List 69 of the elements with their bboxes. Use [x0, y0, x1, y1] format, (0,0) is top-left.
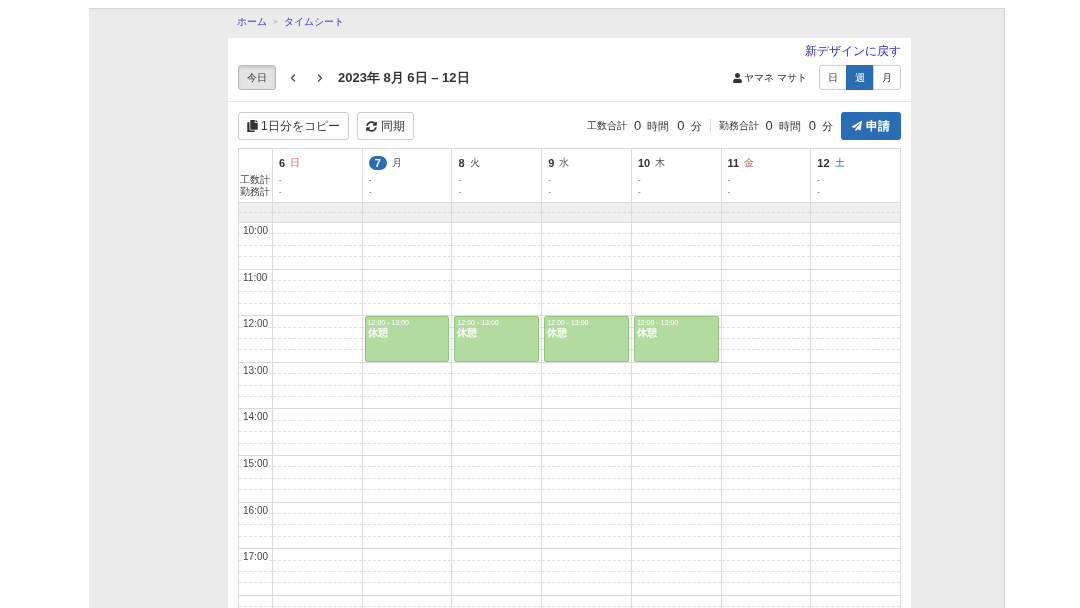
sync-icon: [365, 120, 377, 132]
summary-value: -: [727, 186, 731, 198]
summary-label: 勤務計: [239, 186, 270, 198]
total-minutes-value: 0: [677, 117, 685, 136]
weekday-label: 木: [655, 156, 666, 170]
summary-value: -: [637, 186, 641, 198]
day-number: 12: [817, 156, 830, 170]
user-icon: [733, 72, 743, 83]
hours-unit: 時間: [778, 118, 801, 134]
view-toggle-button[interactable]: 日: [819, 65, 847, 90]
day-number: 6: [279, 156, 286, 170]
summary-value: -: [637, 174, 641, 186]
paper-plane-icon: [852, 121, 862, 131]
summary-value: -: [458, 174, 462, 186]
hour-label: 11:00: [243, 270, 268, 284]
summary-value: -: [279, 186, 282, 198]
switch-design-link[interactable]: 新デザインに戻す: [805, 43, 901, 59]
day-number: 9: [548, 156, 555, 170]
weekday-label: 火: [469, 156, 480, 170]
total-label: 勤務合計: [718, 119, 759, 133]
weekday-label: 金: [744, 156, 755, 170]
summary-value: -: [279, 174, 282, 186]
hour-label: 16:00: [243, 503, 269, 517]
user-name: ヤマネ マサト: [744, 71, 807, 85]
day-number: 7: [368, 156, 387, 170]
hour-label: 13:00: [243, 363, 269, 377]
minutes-unit: 分: [690, 118, 702, 134]
minutes-unit: 分: [822, 118, 833, 134]
hour-label: 10:00: [243, 224, 269, 237]
weekday-label: 日: [290, 156, 301, 170]
summary-value: -: [548, 174, 551, 186]
breadcrumb-link[interactable]: ホーム: [237, 15, 267, 29]
event-title: 休憩: [367, 327, 388, 340]
total-minutes-value: 0: [808, 117, 816, 136]
summary-value: -: [458, 186, 462, 198]
event-title: 休憩: [547, 327, 568, 340]
hour-label: 17:00: [243, 550, 269, 564]
breadcrumb-link[interactable]: タイムシート: [283, 15, 344, 29]
sync-button[interactable]: 同期: [356, 112, 414, 140]
summary-value: -: [368, 174, 372, 186]
breadcrumb-separator: >: [273, 16, 278, 28]
copy-icon: [247, 120, 258, 132]
hour-label: 14:00: [243, 410, 269, 424]
event-title: 休憩: [636, 327, 657, 340]
weekday-label: 土: [834, 156, 845, 170]
hours-unit: 時間: [647, 118, 670, 134]
weekday-label: 月: [391, 156, 402, 170]
summary-value: -: [727, 174, 731, 186]
submit-button[interactable]: 申請: [841, 112, 901, 140]
copy-day-button[interactable]: 1日分をコピー: [238, 112, 349, 140]
total-label: 工数合計: [587, 119, 628, 133]
weekday-label: 水: [559, 156, 570, 170]
summary-label: 工数計: [239, 174, 270, 186]
day-number: 8: [458, 156, 465, 170]
event-title: 休憩: [457, 327, 478, 340]
total-hours-value: 0: [634, 117, 642, 136]
total-hours-value: 0: [765, 117, 773, 136]
view-toggle-button[interactable]: 月: [873, 65, 901, 90]
summary-value: -: [548, 186, 551, 198]
date-range-title: 2023年 8月 6日 – 12日: [338, 68, 470, 87]
view-toggle-button[interactable]: 週: [846, 65, 874, 90]
day-number: 11: [727, 156, 740, 170]
summary-value: -: [817, 186, 820, 198]
day-number: 10: [637, 156, 651, 170]
today-button[interactable]: 今日: [238, 65, 276, 90]
summary-value: -: [368, 186, 372, 198]
hour-label: 15:00: [243, 456, 269, 470]
summary-value: -: [817, 174, 820, 186]
hour-label: 12:00: [243, 317, 269, 331]
